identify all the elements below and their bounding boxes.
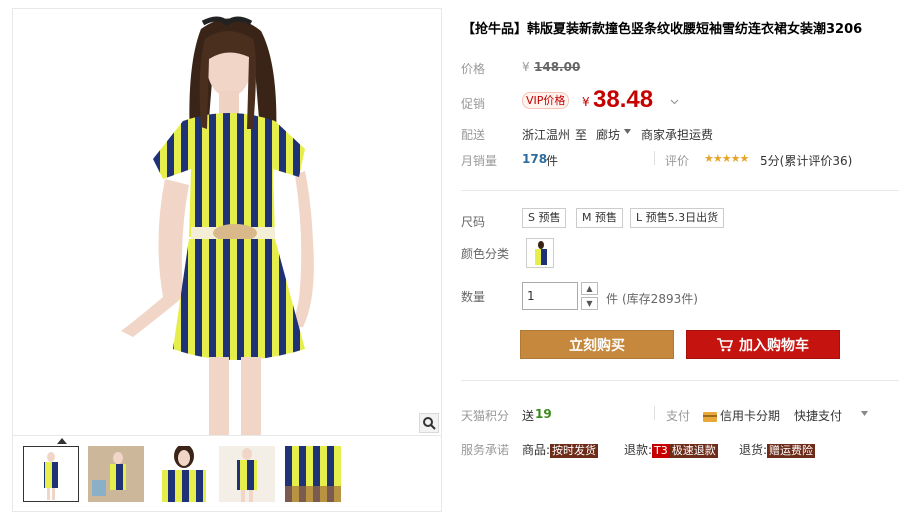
buy-now-button[interactable]: 立刻购买 bbox=[520, 330, 674, 359]
size-option-l[interactable]: L 预售5.3日出货 bbox=[630, 208, 725, 228]
chevron-down-icon[interactable] bbox=[861, 410, 868, 417]
vip-price-tag: VIP价格 bbox=[522, 92, 570, 109]
active-thumb-pointer bbox=[57, 438, 67, 444]
color-swatch[interactable] bbox=[526, 238, 554, 268]
model-figure bbox=[121, 16, 314, 435]
stock-text: (库存2893件) bbox=[622, 292, 698, 306]
delivery-from: 浙江温州 bbox=[522, 128, 571, 142]
service-item-refund: 退款: T3 极速退款 bbox=[624, 441, 718, 458]
rating-stars: ★★★★★ bbox=[704, 152, 749, 165]
promo-price: 38.48 bbox=[593, 86, 654, 113]
original-price: 148.00 bbox=[534, 60, 581, 74]
service-item-return: 退货: 赠运费险 bbox=[739, 441, 816, 458]
credit-card-installment-label: 信用卡分期 bbox=[720, 409, 781, 423]
review-summary[interactable]: 5分(累计评价36) bbox=[760, 152, 852, 169]
quantity-increase-button[interactable]: ▲ bbox=[581, 282, 598, 295]
color-label: 颜色分类 bbox=[461, 247, 510, 261]
thumbnail-strip bbox=[12, 436, 442, 512]
thumbnail-1-image bbox=[24, 447, 78, 501]
size-option-m[interactable]: M 预售 bbox=[576, 208, 623, 228]
thumbnail-3[interactable] bbox=[154, 446, 210, 502]
thumbnail-5-image bbox=[285, 446, 341, 502]
points-prefix: 送 bbox=[522, 409, 535, 423]
quantity-input[interactable]: 1 bbox=[522, 282, 578, 310]
size-option-s[interactable]: S 预售 bbox=[522, 208, 567, 228]
delivery-to-word: 至 bbox=[575, 128, 588, 142]
payment-label: 支付 bbox=[666, 409, 691, 423]
destination-dropdown-icon[interactable] bbox=[624, 128, 631, 135]
thumbnail-5[interactable] bbox=[285, 446, 341, 502]
review-label: 评价 bbox=[665, 154, 690, 168]
thumbnail-3-image bbox=[154, 446, 210, 502]
service-item-delivery: 商品: 按时发货 bbox=[522, 441, 599, 458]
buy-now-label: 立刻购买 bbox=[569, 337, 625, 354]
color-swatch-image bbox=[527, 239, 553, 267]
monthly-sales-unit: 件 bbox=[546, 154, 559, 168]
fast-refund-badge: 极速退款 bbox=[669, 444, 718, 458]
t3-badge: T3 bbox=[652, 444, 670, 458]
divider bbox=[654, 151, 655, 165]
service-label: 服务承诺 bbox=[461, 443, 510, 457]
thumbnail-2-image bbox=[88, 446, 144, 502]
quick-pay[interactable]: 快捷支付 bbox=[794, 407, 842, 424]
zoom-icon bbox=[423, 417, 436, 430]
quantity-unit: 件 bbox=[606, 292, 619, 306]
promo-label: 促销 bbox=[461, 97, 486, 111]
points-value: 19 bbox=[535, 407, 552, 421]
on-time-delivery-badge: 按时发货 bbox=[550, 444, 599, 458]
quantity-decrease-button[interactable]: ▼ bbox=[581, 297, 598, 310]
add-to-cart-button[interactable]: 加入购物车 bbox=[686, 330, 840, 359]
add-to-cart-label: 加入购物车 bbox=[739, 337, 809, 354]
points-label: 天猫积分 bbox=[461, 409, 510, 423]
shipping-insurance-badge: 赠运费险 bbox=[767, 444, 816, 458]
main-product-image[interactable] bbox=[12, 8, 442, 436]
thumbnail-4-image bbox=[219, 446, 275, 502]
divider bbox=[461, 380, 899, 381]
size-label: 尺码 bbox=[461, 215, 486, 229]
zoom-button[interactable] bbox=[419, 413, 439, 433]
monthly-sales-count: 178 bbox=[522, 152, 548, 166]
divider bbox=[654, 406, 655, 420]
price-currency: ¥ bbox=[522, 60, 530, 74]
delivery-destination[interactable]: 廊坊 bbox=[596, 126, 620, 143]
delivery-label: 配送 bbox=[461, 128, 486, 142]
freight-text: 商家承担运费 bbox=[641, 128, 714, 142]
product-title: 【抢牛品】韩版夏装新款撞色竖条纹收腰短袖雪纺连衣裙女装潮3206 bbox=[462, 22, 863, 37]
service-item-return-prefix: 退货: bbox=[739, 443, 768, 457]
thumbnail-2[interactable] bbox=[88, 446, 144, 502]
price-label: 价格 bbox=[461, 62, 486, 76]
credit-card-icon bbox=[703, 411, 717, 422]
chevron-down-icon[interactable] bbox=[670, 97, 679, 106]
service-item-refund-prefix: 退款: bbox=[624, 443, 653, 457]
divider bbox=[461, 190, 899, 191]
service-item-delivery-prefix: 商品: bbox=[522, 443, 551, 457]
thumbnail-4[interactable] bbox=[219, 446, 275, 502]
monthly-sales-label: 月销量 bbox=[461, 154, 498, 168]
credit-card-installment[interactable]: 信用卡分期 bbox=[703, 407, 780, 424]
quantity-label: 数量 bbox=[461, 290, 486, 304]
cart-icon bbox=[717, 337, 733, 351]
thumbnail-1[interactable] bbox=[23, 446, 79, 502]
promo-currency: ¥ bbox=[582, 95, 590, 109]
